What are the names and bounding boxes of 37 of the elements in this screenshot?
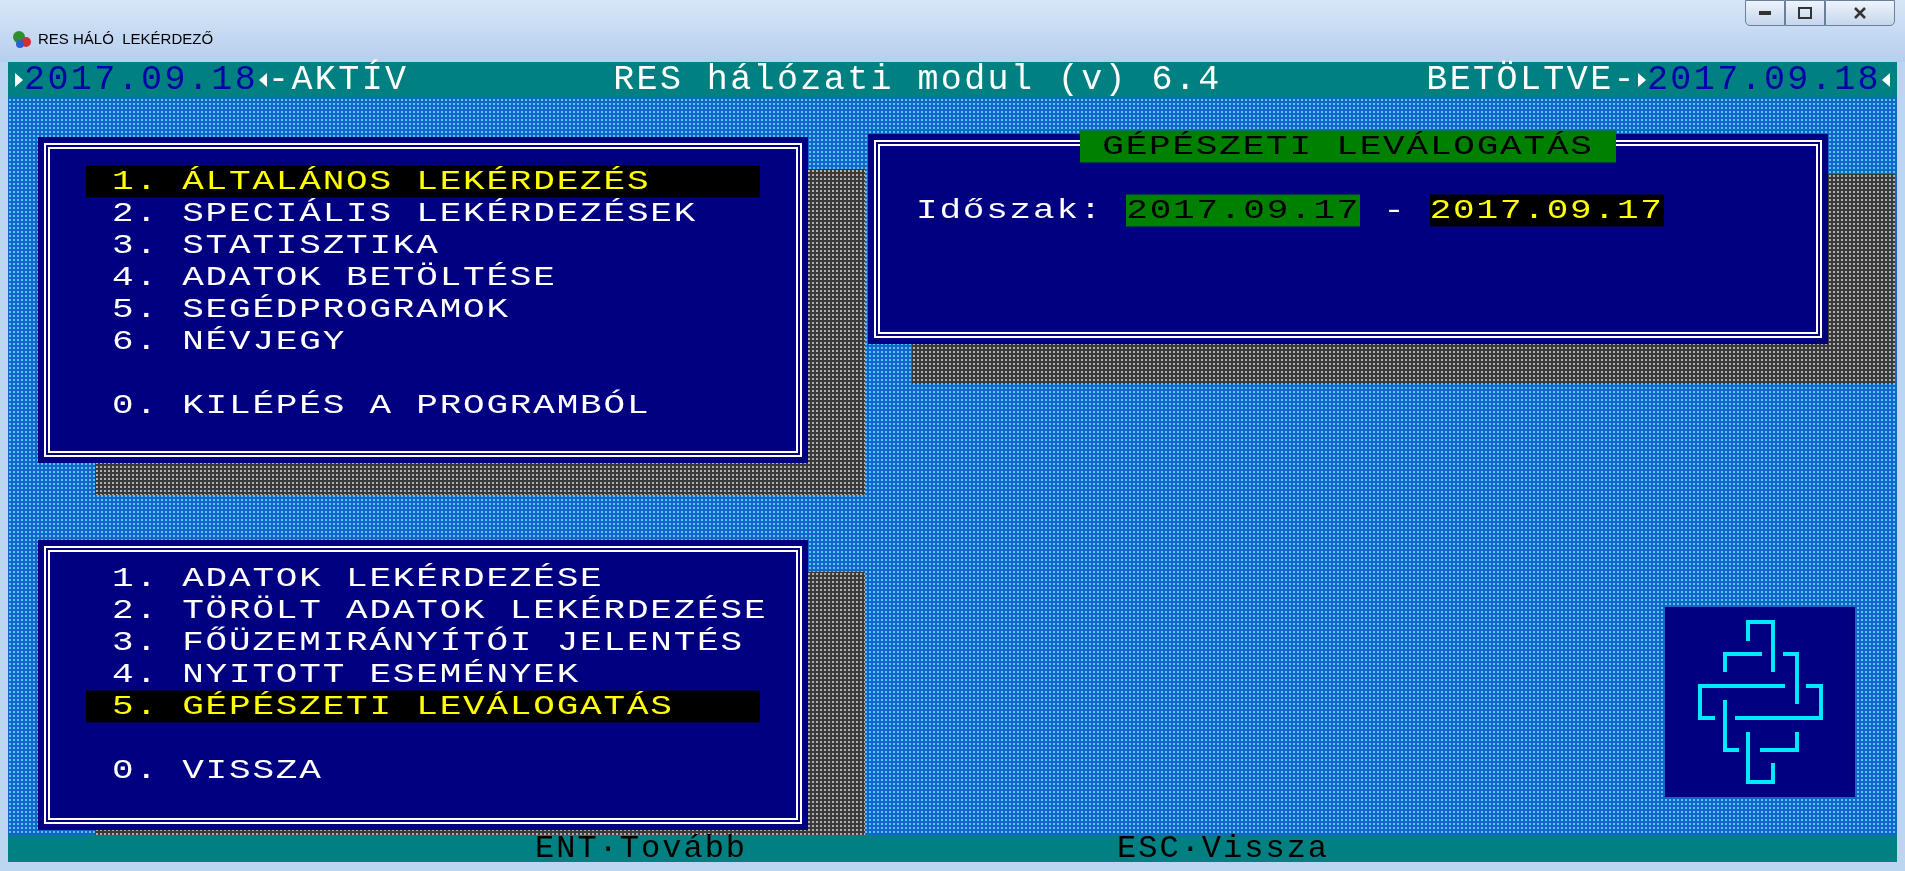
- key-hint: ENT·Tovább: [535, 829, 748, 868]
- menu-item[interactable]: 4. ADATOK BETÖLTÉSE: [86, 261, 760, 293]
- menu-item[interactable]: 2. SPECIÁLIS LEKÉRDEZÉSEK: [86, 197, 760, 229]
- menu-item[interactable]: 0. VISSZA: [86, 754, 760, 786]
- close-icon: [1854, 7, 1866, 19]
- left-triangle-icon: [1881, 72, 1891, 88]
- date-to-field[interactable]: 2017.09.17: [1429, 194, 1664, 226]
- menu-item[interactable]: 6. NÉVJEGY: [86, 325, 760, 357]
- menu-item[interactable]: 4. NYITOTT ESEMÉNYEK: [86, 658, 760, 690]
- maximize-icon: [1798, 7, 1812, 19]
- panel-title: GÉPÉSZETI LEVÁLOGATÁS: [1080, 130, 1616, 162]
- app-version-title: RES hálózati modul (v) 6.4: [613, 59, 1222, 101]
- right-triangle-icon: [1636, 72, 1647, 88]
- period-label: Időszak:: [916, 194, 1104, 226]
- date-from-field[interactable]: 2017.09.17: [1126, 194, 1361, 226]
- maximize-button[interactable]: [1785, 0, 1825, 26]
- menu-item[interactable]: 5. SEGÉDPROGRAMOK: [86, 293, 760, 325]
- menu-item[interactable]: 5. GÉPÉSZETI LEVÁLOGATÁS: [86, 690, 760, 722]
- app-icon: [12, 29, 32, 50]
- logo-icon: [1665, 607, 1855, 797]
- key-hint: ESC·Vissza: [1117, 829, 1330, 868]
- menu-item[interactable]: 3. FŐÜZEMIRÁNYÍTÓI JELENTÉS: [86, 626, 760, 658]
- minimize-icon: [1759, 11, 1771, 15]
- menu-item[interactable]: 1. ÁLTALÁNOS LEKÉRDEZÉS: [86, 165, 760, 197]
- active-date: 2017.09.18: [24, 59, 259, 101]
- close-button[interactable]: [1825, 0, 1895, 26]
- menu-item[interactable]: 3. STATISZTIKA: [86, 229, 760, 261]
- window-title: RES HÁLÓ LEKÉRDEZŐ: [38, 29, 214, 49]
- loaded-label: BETÖLTVE-: [1426, 59, 1637, 101]
- left-triangle-icon: [258, 72, 269, 88]
- menu-item[interactable]: 0. KILÉPÉS A PROGRAMBÓL: [86, 389, 760, 421]
- menu-item[interactable]: 1. ADATOK LEKÉRDEZÉSE: [86, 562, 760, 594]
- minimize-button[interactable]: [1745, 0, 1785, 26]
- loaded-date: 2017.09.18: [1646, 59, 1881, 101]
- right-triangle-icon: [14, 72, 24, 88]
- active-label: -AKTÍV: [268, 59, 409, 101]
- date-separator: -: [1383, 194, 1407, 226]
